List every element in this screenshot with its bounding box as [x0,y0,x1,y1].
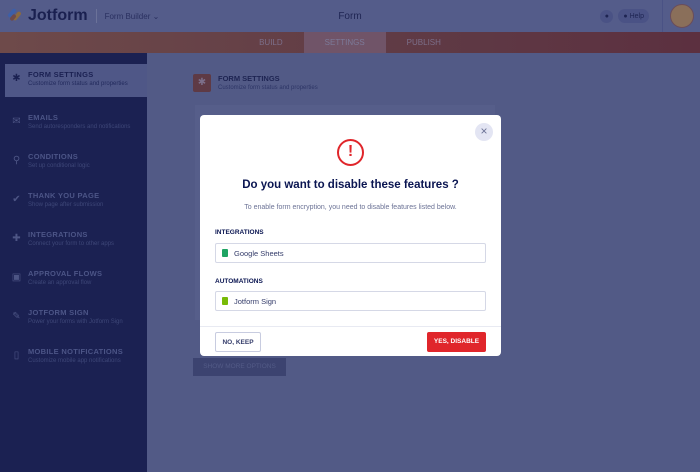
disable-features-dialog: × ! Do you want to disable these feature… [200,115,501,356]
gear-icon: ✱ [193,74,211,92]
divider [95,9,97,23]
item-title: FORM SETTINGS [28,70,94,79]
sidebar-item-form-settings[interactable]: ✱ FORM SETTINGS Customize form status and … [5,64,147,97]
close-icon[interactable]: × [475,123,493,141]
sidebar-item-jotform-sign[interactable]: ✎ JOTFORM SIGN Power your forms with Jotfo… [0,298,147,337]
item-subtitle: Connect your form to other apps [28,241,115,247]
item-title: EMAILS [28,113,59,122]
item-subtitle: Power your forms with Jotform Sign [28,319,123,325]
top-header: Jotform Form Builder ⌄ Form ● ● Help [0,0,700,32]
item-title: THANK YOU PAGE [28,191,100,200]
sidebar-item-thank-you-page[interactable]: ✔ THANK YOU PAGE Show page after submissio… [0,181,147,220]
mobile-icon: ▯ [13,350,20,361]
item-subtitle: Customize form status and properties [28,81,128,87]
item-title: INTEGRATIONS [28,230,88,239]
main-title: FORM SETTINGS [218,74,280,83]
approval-icon: ▣ [11,272,22,283]
item-subtitle: Set up conditional logic [28,163,90,169]
item-title: MOBILE NOTIFICATIONS [28,347,124,356]
product-label: Form Builder [104,11,151,21]
help-button[interactable]: ● Help [618,9,649,23]
envelope-icon: ✉ [12,116,21,127]
jotform-sign-icon [222,297,228,305]
form-builder-dropdown[interactable]: Form Builder ⌄ [105,12,160,21]
sidebar-item-conditions[interactable]: ⚲ CONDITIONS Set up conditional logic [0,142,147,181]
item-subtitle: Customize mobile app notifications [28,358,121,364]
warning-icon: ! [337,139,364,166]
show-more-options-button[interactable]: SHOW MORE OPTIONS [193,358,286,376]
main-subtitle: Customize form status and properties [218,85,318,91]
dialog-title: Do you want to disable these features ? [242,179,459,191]
gear-icon: ✱ [12,73,21,84]
sidebar-item-mobile-notifications[interactable]: ▯ MOBILE NOTIFICATIONS Customize mobile ap… [0,337,147,376]
section-label-automations: AUTOMATIONS [215,278,263,285]
avatar[interactable] [662,0,700,32]
feature-label: Google Sheets [234,248,284,258]
check-circle-icon: ✔ [12,194,21,205]
help-label: Help [629,12,644,20]
feature-google-sheets: Google Sheets [215,243,486,263]
logo-text: Jotform [28,7,88,24]
sidebar-item-approval-flows[interactable]: ▣ APPROVAL FLOWS Create an approval flow [0,259,147,298]
item-title: CONDITIONS [28,152,79,161]
tab-publish[interactable]: PUBLISH [386,32,462,53]
yes-disable-button[interactable]: YES, DISABLE [427,332,486,352]
footer-divider [200,326,501,327]
item-title: APPROVAL FLOWS [28,269,103,278]
settings-sidebar: ✱ FORM SETTINGS Customize form status and … [0,53,147,472]
jotform-logo[interactable]: Jotform [7,7,88,25]
avatar-image [669,4,694,28]
item-title: JOTFORM SIGN [28,308,89,317]
puzzle-icon: ✚ [12,233,21,244]
feature-label: Jotform Sign [234,296,277,306]
item-subtitle: Show page after submission [28,202,104,208]
user-icon[interactable]: ● [600,9,614,23]
pen-icon: ✎ [12,311,21,322]
sidebar-item-integrations[interactable]: ✚ INTEGRATIONS Connect your form to other … [0,220,147,259]
item-subtitle: Send autoresponders and notifications [28,124,131,130]
item-subtitle: Create an approval flow [28,280,92,286]
feature-jotform-sign: Jotform Sign [215,291,486,311]
main-header: ✱ FORM SETTINGS Customize form status and… [193,74,318,92]
tab-bar: BUILD SETTINGS PUBLISH [0,32,700,53]
tab-settings[interactable]: SETTINGS [303,32,386,53]
flow-icon: ⚲ [12,155,21,166]
section-label-integrations: INTEGRATIONS [215,229,264,236]
chevron-down-icon: ⌄ [152,11,160,21]
no-keep-button[interactable]: NO, KEEP [215,332,261,352]
help-icon: ● [623,12,628,20]
sidebar-item-emails[interactable]: ✉ EMAILS Send autoresponders and notificat… [0,103,147,142]
google-sheets-icon [222,249,228,257]
jotform-logo-icon [7,7,24,24]
dialog-subtitle: To enable form encryption, you need to d… [244,204,457,211]
tab-build[interactable]: BUILD [238,32,304,53]
